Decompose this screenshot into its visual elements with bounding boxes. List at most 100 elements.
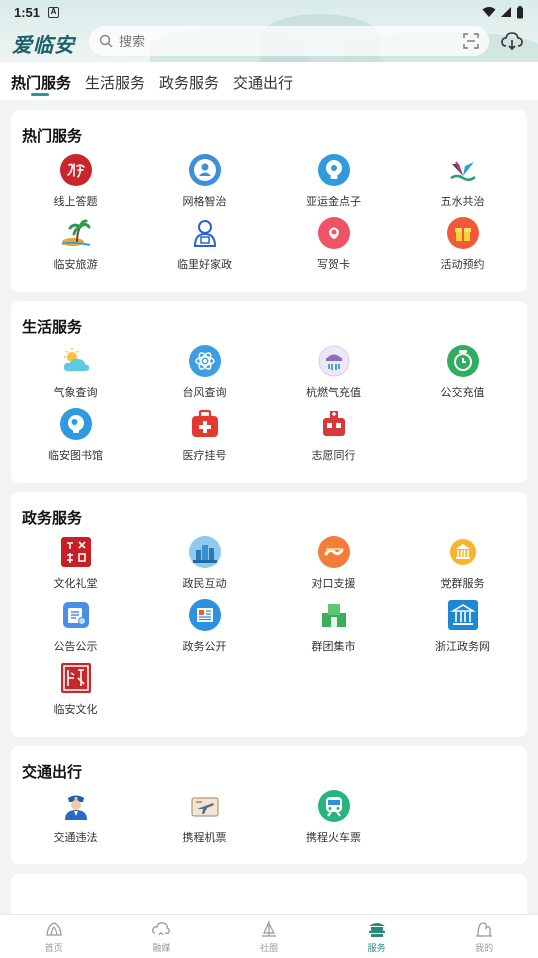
tab-life-services[interactable]: 生活服务: [85, 62, 145, 100]
nav-label: 我的: [475, 943, 494, 953]
tab-transport[interactable]: 交通出行: [233, 62, 293, 100]
service-label: 浙江政务网: [435, 641, 490, 653]
search-icon: [99, 34, 113, 48]
service-item-online-quiz[interactable]: 线上答题: [11, 154, 140, 208]
service-icon: [368, 923, 385, 937]
city-icon: [188, 536, 221, 568]
service-label: 气象查询: [53, 387, 98, 399]
media-icon: [152, 922, 171, 936]
service-item-linan-tourism[interactable]: 临安旅游: [11, 217, 140, 271]
hot-services-card: 热门服务 线上答题 网格智治 亚运金点子 五水共治 临安旅游 临里好家政 写贺卡: [11, 110, 527, 292]
service-item-weather[interactable]: 气象查询: [11, 345, 140, 399]
section-title: 生活服务: [22, 319, 83, 336]
section-title: 政务服务: [22, 510, 83, 527]
service-label: 医疗挂号: [182, 450, 227, 462]
service-item-linan-culture[interactable]: 临安文化: [11, 662, 140, 716]
wifi-icon: [482, 7, 496, 17]
gas-icon: [318, 345, 350, 377]
service-label: 携程火车票: [306, 832, 361, 844]
palm-island-icon: [60, 217, 92, 249]
service-label: 政民互动: [182, 578, 227, 590]
service-item-volunteer[interactable]: 志愿同行: [269, 408, 398, 462]
bus-card-icon: [446, 345, 479, 377]
service-label: 文化礼堂: [53, 578, 98, 590]
service-item-event-booking[interactable]: 活动预约: [398, 217, 527, 271]
community-icon: [261, 921, 276, 937]
status-bar: 1:51 A: [0, 0, 538, 24]
tab-hot-services[interactable]: 热门服务: [11, 62, 71, 100]
header: 1:51 A 爱临安: [0, 0, 538, 62]
service-label: 政务公开: [182, 641, 227, 653]
service-item-culture-hall[interactable]: 文化礼堂: [11, 536, 140, 590]
service-item-greeting-card[interactable]: 写贺卡: [269, 217, 398, 271]
nav-service[interactable]: 服务: [323, 915, 431, 958]
service-label: 群团集市: [311, 641, 356, 653]
tab-gov-services[interactable]: 政务服务: [159, 62, 219, 100]
typhoon-icon: [188, 345, 221, 377]
nav-label: 社圈: [259, 943, 278, 953]
gov-building-icon: [447, 599, 479, 631]
service-item-housekeeping[interactable]: 临里好家政: [140, 217, 269, 271]
news-icon: [188, 599, 221, 631]
service-label: 亚运金点子: [306, 196, 361, 208]
service-item-party-service[interactable]: 党群服务: [398, 536, 527, 590]
service-item-ctrip-train[interactable]: 携程火车票: [269, 790, 398, 844]
service-label: 活动预约: [440, 259, 485, 271]
profile-icon: [476, 922, 493, 937]
search-input[interactable]: [119, 33, 463, 49]
service-item-library[interactable]: 临安图书馆: [11, 408, 140, 462]
water-icon: [447, 154, 479, 186]
service-label: 线上答题: [53, 196, 98, 208]
plane-ticket-icon: [189, 790, 221, 822]
service-item-medical-registration[interactable]: 医疗挂号: [140, 408, 269, 462]
service-item-gas-recharge[interactable]: 杭燃气充值: [269, 345, 398, 399]
service-item-paired-support[interactable]: 对口支援: [269, 536, 398, 590]
service-item-gov-citizen-interaction[interactable]: 政民互动: [140, 536, 269, 590]
service-item-typhoon[interactable]: 台风查询: [140, 345, 269, 399]
service-item-gov-disclosure[interactable]: 政务公开: [140, 599, 269, 653]
hangzhou-seal-icon: [59, 154, 92, 186]
signal-icon: [501, 7, 511, 17]
culture-seal-icon: [60, 536, 92, 568]
linan-seal-icon: [60, 662, 92, 694]
bulb-icon: [317, 154, 350, 186]
gift-icon: [446, 217, 479, 249]
service-item-group-market[interactable]: 群团集市: [269, 599, 398, 653]
support-icon: [317, 536, 350, 568]
life-services-card: 生活服务 气象查询 台风查询 杭燃气充值 公交充值 临安图书馆 医疗挂号 志愿同…: [11, 301, 527, 483]
cloud-icon[interactable]: [500, 29, 524, 53]
nav-label: 首页: [44, 943, 63, 953]
card-icon: [317, 217, 350, 249]
service-item-ctrip-flights[interactable]: 携程机票: [140, 790, 269, 844]
section-title: 交通出行: [22, 764, 83, 781]
nav-label: 融媒: [152, 943, 171, 953]
nav-profile[interactable]: 我的: [430, 915, 538, 958]
status-badge: A: [48, 6, 60, 18]
service-item-traffic-violation[interactable]: 交通违法: [11, 790, 140, 844]
tab-bar: 热门服务 生活服务 政务服务 交通出行: [0, 62, 538, 100]
service-label: 杭燃气充值: [306, 387, 361, 399]
service-item-asian-games-ideas[interactable]: 亚运金点子: [269, 154, 398, 208]
service-label: 五水共治: [440, 196, 485, 208]
service-label: 志愿同行: [311, 450, 356, 462]
service-item-five-waters[interactable]: 五水共治: [398, 154, 527, 208]
scan-icon[interactable]: [463, 33, 479, 49]
section-title: 热门服务: [22, 128, 83, 145]
status-time: 1:51: [14, 4, 41, 20]
home-icon: [46, 922, 62, 936]
service-item-grid-governance[interactable]: 网格智治: [140, 154, 269, 208]
notice-icon: [60, 599, 92, 631]
service-label: 党群服务: [440, 578, 485, 590]
nav-home[interactable]: 首页: [0, 915, 108, 958]
search-box[interactable]: [89, 26, 489, 56]
service-label: 写贺卡: [317, 259, 350, 271]
nav-media[interactable]: 融媒: [108, 915, 216, 958]
service-label: 临里好家政: [177, 259, 232, 271]
app-logo[interactable]: 爱临安: [12, 29, 75, 58]
service-item-zhejiang-gov-web[interactable]: 浙江政务网: [398, 599, 527, 653]
service-label: 网格智治: [182, 196, 227, 208]
service-item-public-notice[interactable]: 公告公示: [11, 599, 140, 653]
service-item-bus-recharge[interactable]: 公交充值: [398, 345, 527, 399]
service-label: 交通违法: [53, 832, 98, 844]
nav-community[interactable]: 社圈: [215, 915, 323, 958]
